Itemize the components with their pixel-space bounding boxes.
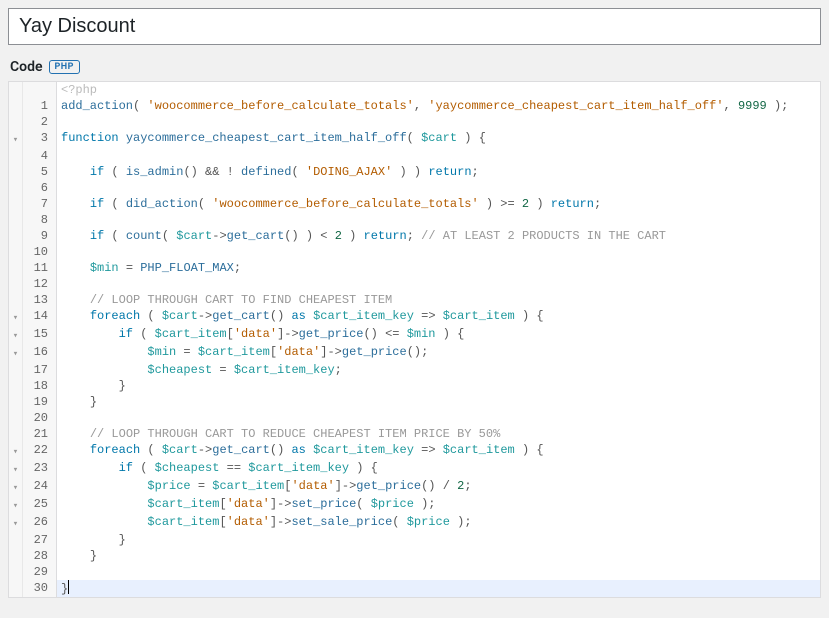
fold-toggle (9, 378, 23, 394)
fold-toggle (9, 532, 23, 548)
code-line[interactable]: if ( did_action( 'woocommerce_before_cal… (57, 196, 820, 212)
code-line[interactable]: $cheapest = $cart_item_key; (57, 362, 820, 378)
fold-toggle (9, 228, 23, 244)
code-line[interactable]: $price = $cart_item['data']->get_price()… (57, 478, 820, 496)
code-line[interactable]: // LOOP THROUGH CART TO REDUCE CHEAPEST … (57, 426, 820, 442)
fold-toggle (9, 164, 23, 180)
snippet-title-input[interactable] (8, 8, 821, 45)
fold-toggle (9, 276, 23, 292)
fold-toggle (9, 410, 23, 426)
code-line[interactable]: } (57, 580, 820, 597)
fold-toggle[interactable]: ▾ (9, 514, 23, 532)
line-number: 17 (23, 362, 57, 378)
line-number: 23 (23, 460, 57, 478)
line-number: 29 (23, 564, 57, 580)
line-number (23, 82, 57, 98)
line-number: 28 (23, 548, 57, 564)
code-line-ghost: <?php (57, 82, 820, 98)
fold-toggle (9, 362, 23, 378)
line-number: 2 (23, 114, 57, 130)
fold-toggle[interactable]: ▾ (9, 496, 23, 514)
line-number: 8 (23, 212, 57, 228)
line-number: 4 (23, 148, 57, 164)
code-line[interactable] (57, 148, 820, 164)
line-number: 7 (23, 196, 57, 212)
code-line[interactable] (57, 564, 820, 580)
code-line[interactable] (57, 114, 820, 130)
line-number: 9 (23, 228, 57, 244)
code-editor[interactable]: <?php1add_action( 'woocommerce_before_ca… (8, 81, 821, 598)
line-number: 22 (23, 442, 57, 460)
code-line[interactable] (57, 410, 820, 426)
code-line[interactable]: add_action( 'woocommerce_before_calculat… (57, 98, 820, 114)
line-number: 24 (23, 478, 57, 496)
code-line[interactable]: } (57, 378, 820, 394)
fold-toggle[interactable]: ▾ (9, 460, 23, 478)
code-line[interactable]: foreach ( $cart->get_cart() as $cart_ite… (57, 308, 820, 326)
fold-toggle[interactable]: ▾ (9, 344, 23, 362)
fold-toggle (9, 426, 23, 442)
code-line[interactable]: if ( count( $cart->get_cart() ) < 2 ) re… (57, 228, 820, 244)
code-line[interactable]: // LOOP THROUGH CART TO FIND CHEAPEST IT… (57, 292, 820, 308)
code-line[interactable]: $cart_item['data']->set_price( $price ); (57, 496, 820, 514)
line-number: 18 (23, 378, 57, 394)
line-number: 15 (23, 326, 57, 344)
code-section-heading: Code PHP (10, 59, 821, 75)
fold-toggle (9, 212, 23, 228)
fold-toggle (9, 548, 23, 564)
fold-gutter (9, 82, 23, 98)
code-line[interactable] (57, 244, 820, 260)
fold-toggle[interactable]: ▾ (9, 478, 23, 496)
fold-toggle (9, 394, 23, 410)
code-line[interactable]: } (57, 394, 820, 410)
code-line[interactable]: function yaycommerce_cheapest_cart_item_… (57, 130, 820, 148)
line-number: 13 (23, 292, 57, 308)
line-number: 14 (23, 308, 57, 326)
line-number: 20 (23, 410, 57, 426)
fold-toggle[interactable]: ▾ (9, 442, 23, 460)
line-number: 1 (23, 98, 57, 114)
line-number: 10 (23, 244, 57, 260)
code-line[interactable]: $cart_item['data']->set_sale_price( $pri… (57, 514, 820, 532)
code-line[interactable]: if ( is_admin() && ! defined( 'DOING_AJA… (57, 164, 820, 180)
line-number: 5 (23, 164, 57, 180)
php-badge: PHP (49, 60, 80, 74)
line-number: 26 (23, 514, 57, 532)
text-cursor (68, 580, 69, 594)
line-number: 19 (23, 394, 57, 410)
fold-toggle[interactable]: ▾ (9, 326, 23, 344)
code-line[interactable]: $min = PHP_FLOAT_MAX; (57, 260, 820, 276)
line-number: 27 (23, 532, 57, 548)
line-number: 25 (23, 496, 57, 514)
code-line[interactable]: $min = $cart_item['data']->get_price(); (57, 344, 820, 362)
fold-toggle (9, 196, 23, 212)
code-label: Code (10, 59, 43, 75)
line-number: 21 (23, 426, 57, 442)
code-line[interactable] (57, 276, 820, 292)
fold-toggle (9, 580, 23, 597)
line-number: 6 (23, 180, 57, 196)
fold-toggle[interactable]: ▾ (9, 308, 23, 326)
code-line[interactable]: } (57, 548, 820, 564)
fold-toggle (9, 564, 23, 580)
fold-toggle (9, 244, 23, 260)
code-line[interactable]: foreach ( $cart->get_cart() as $cart_ite… (57, 442, 820, 460)
fold-toggle (9, 114, 23, 130)
fold-toggle[interactable]: ▾ (9, 130, 23, 148)
line-number: 30 (23, 580, 57, 597)
fold-toggle (9, 180, 23, 196)
line-number: 16 (23, 344, 57, 362)
code-line[interactable]: if ( $cart_item['data']->get_price() <= … (57, 326, 820, 344)
code-line[interactable] (57, 180, 820, 196)
line-number: 11 (23, 260, 57, 276)
code-line[interactable]: } (57, 532, 820, 548)
line-number: 12 (23, 276, 57, 292)
fold-toggle (9, 98, 23, 114)
fold-toggle (9, 148, 23, 164)
fold-toggle (9, 260, 23, 276)
code-line[interactable]: if ( $cheapest == $cart_item_key ) { (57, 460, 820, 478)
fold-toggle (9, 292, 23, 308)
code-line[interactable] (57, 212, 820, 228)
line-number: 3 (23, 130, 57, 148)
